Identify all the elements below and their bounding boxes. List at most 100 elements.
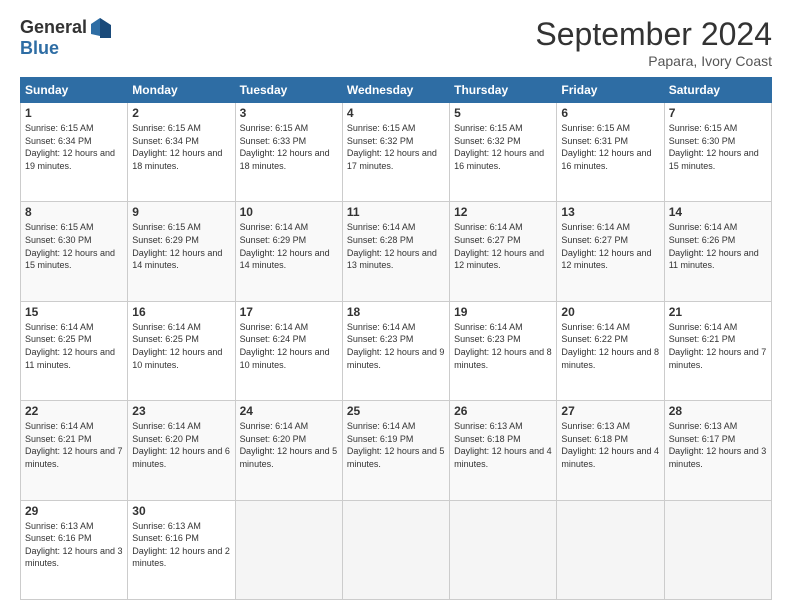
calendar-day-cell <box>664 500 771 599</box>
calendar-day-cell <box>557 500 664 599</box>
calendar-day-cell: 25 Sunrise: 6:14 AMSunset: 6:19 PMDayligh… <box>342 401 449 500</box>
day-number: 4 <box>347 106 445 120</box>
day-number: 27 <box>561 404 659 418</box>
day-number: 11 <box>347 205 445 219</box>
day-info: Sunrise: 6:14 AMSunset: 6:24 PMDaylight:… <box>240 322 330 370</box>
calendar-table: SundayMondayTuesdayWednesdayThursdayFrid… <box>20 77 772 600</box>
calendar-day-header: Tuesday <box>235 78 342 103</box>
day-number: 20 <box>561 305 659 319</box>
calendar-header-row: SundayMondayTuesdayWednesdayThursdayFrid… <box>21 78 772 103</box>
day-number: 28 <box>669 404 767 418</box>
calendar-day-header: Wednesday <box>342 78 449 103</box>
day-info: Sunrise: 6:15 AMSunset: 6:30 PMDaylight:… <box>25 222 115 270</box>
day-number: 14 <box>669 205 767 219</box>
day-info: Sunrise: 6:15 AMSunset: 6:31 PMDaylight:… <box>561 123 651 171</box>
day-info: Sunrise: 6:13 AMSunset: 6:18 PMDaylight:… <box>454 421 552 469</box>
calendar-day-cell: 21 Sunrise: 6:14 AMSunset: 6:21 PMDayligh… <box>664 301 771 400</box>
calendar-day-cell <box>342 500 449 599</box>
calendar-day-cell: 14 Sunrise: 6:14 AMSunset: 6:26 PMDayligh… <box>664 202 771 301</box>
calendar-day-cell: 7Sunrise: 6:15 AMSunset: 6:30 PMDaylight… <box>664 103 771 202</box>
day-info: Sunrise: 6:13 AMSunset: 6:18 PMDaylight:… <box>561 421 659 469</box>
day-number: 30 <box>132 504 230 518</box>
calendar-day-cell: 8 Sunrise: 6:15 AMSunset: 6:30 PMDaylight… <box>21 202 128 301</box>
calendar-day-cell: 4 Sunrise: 6:15 AMSunset: 6:32 PMDaylight… <box>342 103 449 202</box>
day-info: Sunrise: 6:15 AMSunset: 6:34 PMDaylight:… <box>132 123 222 171</box>
calendar-day-cell: 16 Sunrise: 6:14 AMSunset: 6:25 PMDayligh… <box>128 301 235 400</box>
calendar-day-cell: 17Sunrise: 6:14 AMSunset: 6:24 PMDayligh… <box>235 301 342 400</box>
day-info: Sunrise: 6:14 AMSunset: 6:25 PMDaylight:… <box>132 322 222 370</box>
calendar-day-cell: 27 Sunrise: 6:13 AMSunset: 6:18 PMDayligh… <box>557 401 664 500</box>
day-info: Sunrise: 6:14 AMSunset: 6:27 PMDaylight:… <box>454 222 544 270</box>
day-number: 16 <box>132 305 230 319</box>
calendar-day-cell: 24Sunrise: 6:14 AMSunset: 6:20 PMDayligh… <box>235 401 342 500</box>
day-info: Sunrise: 6:14 AMSunset: 6:28 PMDaylight:… <box>347 222 437 270</box>
day-info: Sunrise: 6:13 AMSunset: 6:16 PMDaylight:… <box>25 521 123 569</box>
day-number: 25 <box>347 404 445 418</box>
calendar-day-cell: 19Sunrise: 6:14 AMSunset: 6:23 PMDayligh… <box>450 301 557 400</box>
month-title: September 2024 <box>535 16 772 53</box>
calendar-day-header: Thursday <box>450 78 557 103</box>
day-info: Sunrise: 6:14 AMSunset: 6:20 PMDaylight:… <box>132 421 230 469</box>
calendar-day-cell: 20 Sunrise: 6:14 AMSunset: 6:22 PMDayligh… <box>557 301 664 400</box>
calendar-day-header: Monday <box>128 78 235 103</box>
day-info: Sunrise: 6:15 AMSunset: 6:29 PMDaylight:… <box>132 222 222 270</box>
calendar-day-cell: 13 Sunrise: 6:14 AMSunset: 6:27 PMDayligh… <box>557 202 664 301</box>
day-info: Sunrise: 6:14 AMSunset: 6:25 PMDaylight:… <box>25 322 115 370</box>
day-number: 23 <box>132 404 230 418</box>
day-info: Sunrise: 6:14 AMSunset: 6:26 PMDaylight:… <box>669 222 759 270</box>
day-number: 2 <box>132 106 230 120</box>
page: General Blue September 2024 Papara, Ivor… <box>0 0 792 612</box>
day-number: 12 <box>454 205 552 219</box>
day-number: 9 <box>132 205 230 219</box>
day-number: 22 <box>25 404 123 418</box>
calendar-day-cell: 29 Sunrise: 6:13 AMSunset: 6:16 PMDayligh… <box>21 500 128 599</box>
calendar-day-cell: 9 Sunrise: 6:15 AMSunset: 6:29 PMDaylight… <box>128 202 235 301</box>
day-info: Sunrise: 6:14 AMSunset: 6:22 PMDaylight:… <box>561 322 659 370</box>
day-info: Sunrise: 6:15 AMSunset: 6:30 PMDaylight:… <box>669 123 759 171</box>
logo: General Blue <box>20 16 111 59</box>
calendar-day-cell: 28 Sunrise: 6:13 AMSunset: 6:17 PMDayligh… <box>664 401 771 500</box>
day-info: Sunrise: 6:13 AMSunset: 6:17 PMDaylight:… <box>669 421 767 469</box>
calendar-day-cell: 11 Sunrise: 6:14 AMSunset: 6:28 PMDayligh… <box>342 202 449 301</box>
day-number: 8 <box>25 205 123 219</box>
day-info: Sunrise: 6:14 AMSunset: 6:19 PMDaylight:… <box>347 421 445 469</box>
day-number: 5 <box>454 106 552 120</box>
title-section: September 2024 Papara, Ivory Coast <box>535 16 772 69</box>
calendar-day-cell: 15 Sunrise: 6:14 AMSunset: 6:25 PMDayligh… <box>21 301 128 400</box>
calendar-day-cell: 23 Sunrise: 6:14 AMSunset: 6:20 PMDayligh… <box>128 401 235 500</box>
calendar-week-row: 8 Sunrise: 6:15 AMSunset: 6:30 PMDaylight… <box>21 202 772 301</box>
day-info: Sunrise: 6:14 AMSunset: 6:21 PMDaylight:… <box>25 421 123 469</box>
calendar-day-cell: 18 Sunrise: 6:14 AMSunset: 6:23 PMDayligh… <box>342 301 449 400</box>
day-info: Sunrise: 6:15 AMSunset: 6:33 PMDaylight:… <box>240 123 330 171</box>
calendar-day-cell: 30 Sunrise: 6:13 AMSunset: 6:16 PMDayligh… <box>128 500 235 599</box>
location: Papara, Ivory Coast <box>535 53 772 69</box>
day-info: Sunrise: 6:14 AMSunset: 6:29 PMDaylight:… <box>240 222 330 270</box>
day-number: 6 <box>561 106 659 120</box>
calendar-week-row: 29 Sunrise: 6:13 AMSunset: 6:16 PMDayligh… <box>21 500 772 599</box>
day-number: 18 <box>347 305 445 319</box>
day-info: Sunrise: 6:14 AMSunset: 6:27 PMDaylight:… <box>561 222 651 270</box>
day-number: 24 <box>240 404 338 418</box>
day-number: 29 <box>25 504 123 518</box>
day-number: 10 <box>240 205 338 219</box>
day-number: 1 <box>25 106 123 120</box>
calendar-day-cell: 26 Sunrise: 6:13 AMSunset: 6:18 PMDayligh… <box>450 401 557 500</box>
calendar-day-cell: 10 Sunrise: 6:14 AMSunset: 6:29 PMDayligh… <box>235 202 342 301</box>
calendar-day-cell <box>235 500 342 599</box>
calendar-day-cell: 6 Sunrise: 6:15 AMSunset: 6:31 PMDaylight… <box>557 103 664 202</box>
calendar-day-header: Saturday <box>664 78 771 103</box>
day-info: Sunrise: 6:13 AMSunset: 6:16 PMDaylight:… <box>132 521 230 569</box>
calendar-week-row: 22 Sunrise: 6:14 AMSunset: 6:21 PMDayligh… <box>21 401 772 500</box>
calendar-day-cell: 3Sunrise: 6:15 AMSunset: 6:33 PMDaylight… <box>235 103 342 202</box>
day-number: 21 <box>669 305 767 319</box>
day-info: Sunrise: 6:14 AMSunset: 6:23 PMDaylight:… <box>347 322 445 370</box>
day-number: 13 <box>561 205 659 219</box>
day-number: 15 <box>25 305 123 319</box>
logo-general-text: General <box>20 17 87 38</box>
calendar-day-cell <box>450 500 557 599</box>
day-number: 26 <box>454 404 552 418</box>
day-info: Sunrise: 6:15 AMSunset: 6:32 PMDaylight:… <box>347 123 437 171</box>
day-info: Sunrise: 6:14 AMSunset: 6:21 PMDaylight:… <box>669 322 767 370</box>
calendar-day-header: Sunday <box>21 78 128 103</box>
calendar-week-row: 15 Sunrise: 6:14 AMSunset: 6:25 PMDayligh… <box>21 301 772 400</box>
